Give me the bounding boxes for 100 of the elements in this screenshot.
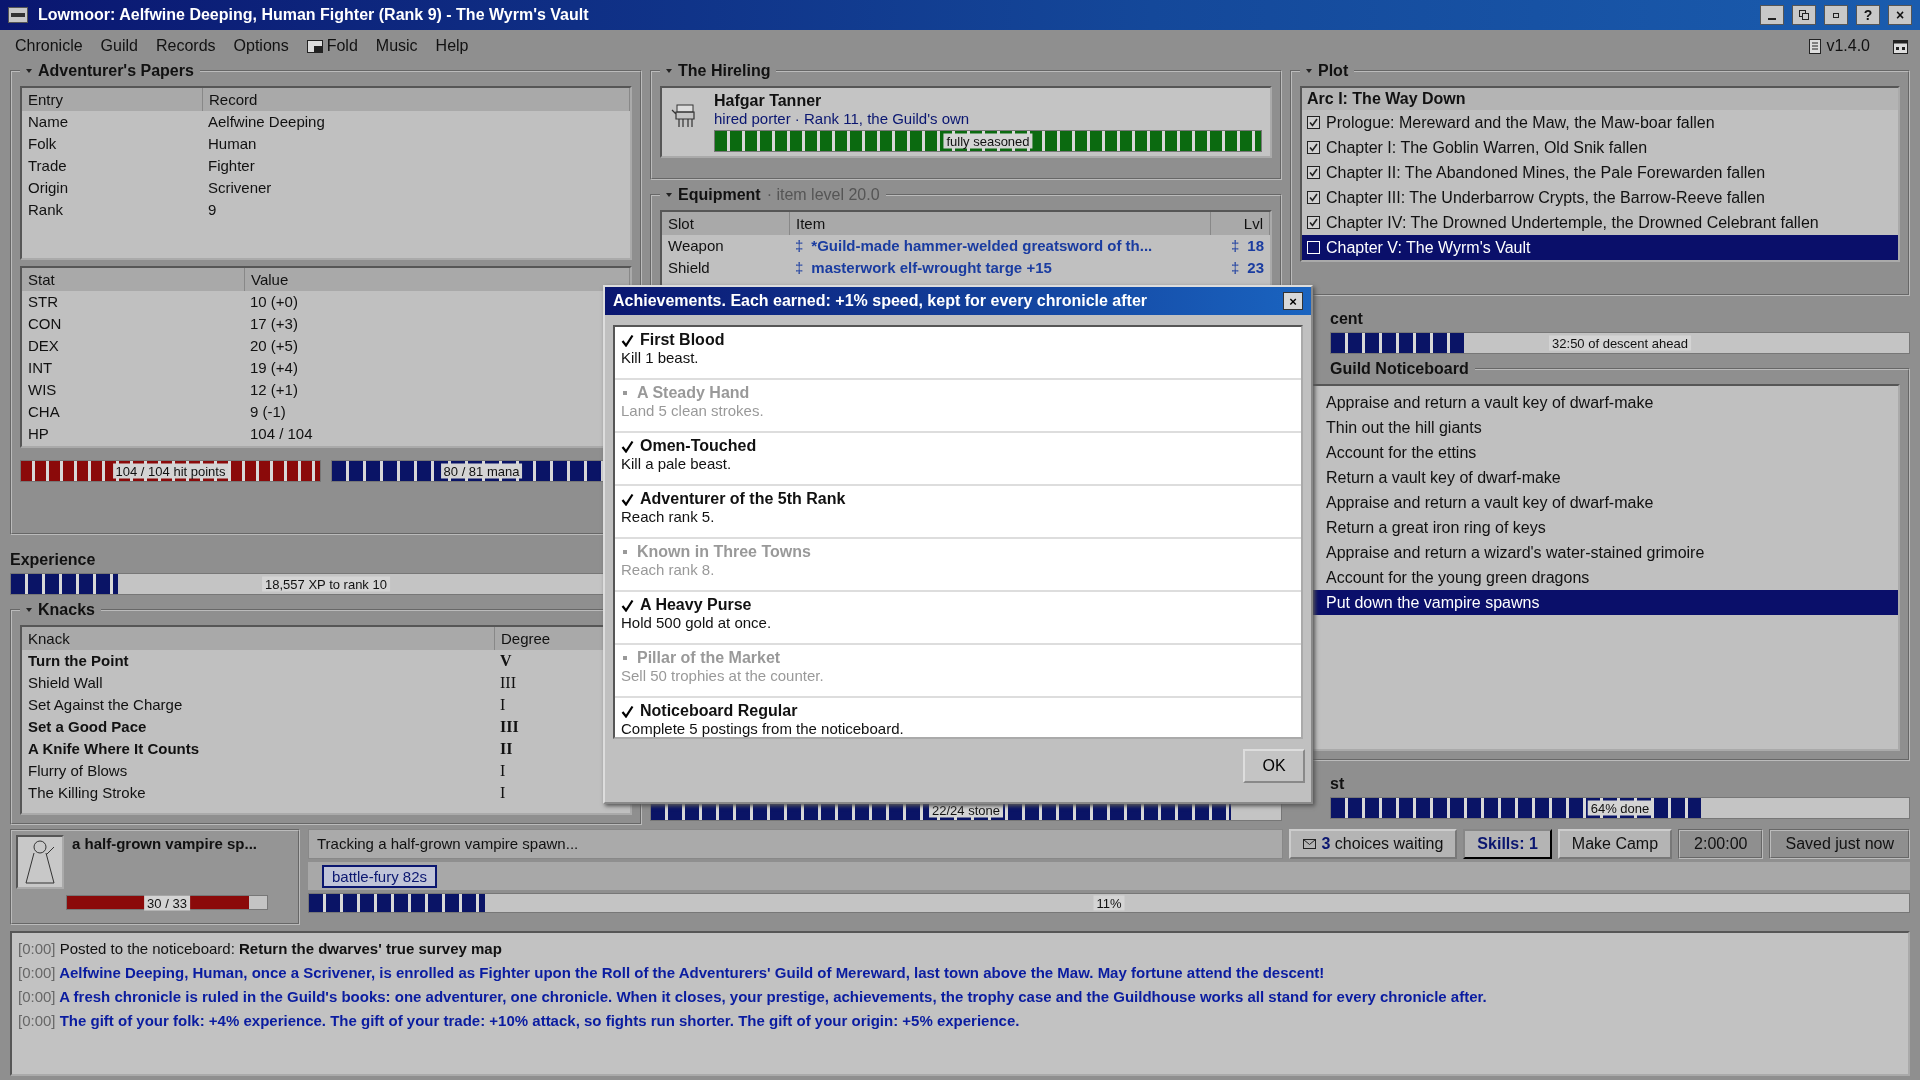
ghost-figure-icon — [16, 835, 64, 889]
table-cell-text: Name — [27, 112, 69, 132]
buff-tag: battle-fury 82s — [322, 864, 438, 888]
collapse-icon[interactable] — [666, 69, 672, 73]
collapse-icon[interactable] — [1306, 69, 1312, 73]
achievement-name: First Blood — [640, 331, 725, 349]
close-button[interactable]: × — [1283, 292, 1303, 310]
camp-button[interactable]: Make Camp — [1557, 829, 1673, 859]
section-title: Equipment — [678, 186, 761, 204]
chapter-item[interactable]: Chapter IV: The Drowned Undertemple, the Drowned Celebrant fallen — [1302, 210, 1898, 235]
table-cell-text: Weapon — [667, 236, 725, 256]
achievement-description: Kill a pale beast. — [621, 455, 733, 472]
checkbox[interactable] — [1307, 116, 1320, 129]
column-header[interactable]: Lvl — [1211, 212, 1270, 235]
restore-button[interactable] — [1792, 5, 1816, 25]
column-header[interactable]: Stat — [22, 268, 245, 291]
achievement-name: Known in Three Towns — [637, 543, 811, 561]
menu-item[interactable]: Fold — [297, 35, 367, 57]
section-title: Experience — [10, 551, 97, 569]
column-header[interactable]: Item — [790, 212, 1211, 235]
item-level: 18 — [1247, 236, 1264, 256]
section-title: st — [1330, 775, 1346, 793]
collapse-icon[interactable] — [26, 69, 32, 73]
table-cell-text: I — [499, 761, 507, 781]
app-icon — [8, 7, 28, 23]
item-name: masterwork elf-wrought targe +15 — [811, 258, 1052, 278]
table-cell-text: Origin — [27, 178, 69, 198]
achievement-description: Complete 5 postings from the noticeboard. — [621, 720, 905, 737]
menu-item[interactable]: Guild — [91, 35, 147, 57]
enchant-mark: ‡ — [1230, 236, 1240, 256]
table-cell-text: Rank — [27, 200, 65, 220]
column-header[interactable]: Entry — [22, 88, 203, 111]
chapter-item[interactable]: Chapter III: The Underbarrow Crypts, the Barrow-Reeve fallen — [1302, 185, 1898, 210]
table-cell-text: Trade — [27, 156, 68, 176]
menu-item[interactable]: Help — [426, 35, 478, 57]
log-entry: [0:00] Posted to the noticeboard: Return the dwarves' true survey map — [18, 939, 503, 959]
bar-label: 32:50 of descent ahead — [1549, 335, 1691, 351]
minimize-button[interactable] — [1760, 5, 1784, 25]
achievement-description: Kill 1 beast. — [621, 349, 700, 366]
log-entry: [0:00] A fresh chronicle is ruled in the Guild's books: one adventurer, one chronicle. When it closes, your prestige, achievements, the trophy case and the Guildhouse works all stand for every chronicle after. — [18, 987, 1488, 1007]
table-cell-text: Scrivener — [207, 178, 273, 198]
window-title: Lowmoor: Aelfwine Deeping, Human Fighter (Rank 9) - The Wyrm's Vault — [38, 6, 589, 24]
chapter-item[interactable]: Chapter II: The Abandoned Mines, the Pale Forewarden fallen — [1302, 160, 1898, 185]
section-title: Guild Noticeboard — [1330, 360, 1469, 378]
table-cell-text: WIS — [27, 380, 58, 400]
achievement-name: Adventurer of the 5th Rank — [640, 490, 846, 508]
section-title: Plot — [1318, 62, 1349, 80]
bar-label: 30 / 33 — [144, 895, 190, 910]
menu-item[interactable]: Records — [146, 35, 225, 57]
table-cell-text: Aelfwine Deeping — [207, 112, 326, 132]
document-icon — [1809, 38, 1822, 54]
table-cell-text: HP — [27, 424, 50, 444]
menu-item[interactable]: Options — [224, 35, 298, 57]
item-name: *Guild-made hammer-welded greatsword of th... — [811, 236, 1153, 256]
column-header[interactable]: Record — [203, 88, 630, 111]
skills-button[interactable]: Skills: 1 — [1463, 829, 1552, 859]
item-level: 23 — [1247, 258, 1264, 278]
section-title: The Hireling — [678, 62, 771, 80]
choices-button[interactable]: 3 choices waiting — [1288, 829, 1458, 859]
menu-item[interactable]: Music — [366, 35, 427, 57]
chapter-item[interactable]: Chapter I: The Goblin Warren, Old Snik fallen — [1302, 135, 1898, 160]
bar-label: 64% done — [1587, 800, 1653, 816]
collapse-icon[interactable] — [26, 608, 32, 612]
table-cell-text: Turn the Point — [27, 651, 130, 671]
table-cell-text: Folk — [27, 134, 58, 154]
window-button[interactable]: × — [1888, 5, 1912, 25]
table-cell-text: INT — [27, 358, 54, 378]
achievement-description: Land 5 clean strokes. — [621, 402, 765, 419]
table-cell-text: CON — [27, 314, 63, 334]
column-header[interactable]: Slot — [662, 212, 790, 235]
table-cell-text: Human — [207, 134, 258, 154]
table-cell-text: I — [499, 695, 507, 715]
table-cell-text: A Knife Where It Counts — [27, 739, 201, 759]
chapter-item[interactable]: Chapter V: The Wyrm's Vault — [1302, 235, 1898, 260]
achievement-description: Reach rank 8. — [621, 561, 716, 578]
hireling-name: Hafgar Tanner — [714, 92, 823, 110]
bar-label: 80 / 81 mana — [440, 463, 523, 479]
maximize-button[interactable] — [1824, 5, 1848, 25]
checkbox[interactable] — [1307, 216, 1320, 229]
ok-button[interactable]: OK — [1243, 749, 1305, 783]
window-button[interactable]: ? — [1856, 5, 1880, 25]
item-level-note: · item level 20.0 — [766, 186, 880, 204]
achievement-name: Pillar of the Market — [637, 649, 781, 667]
achievement-description: Sell 50 trophies at the counter. — [621, 667, 825, 684]
table-cell-text: 20 (+5) — [249, 336, 299, 356]
chapter-item[interactable]: Prologue: Mereward and the Maw, the Maw-boar fallen — [1302, 110, 1898, 135]
restore-icon — [1798, 9, 1810, 21]
checkbox[interactable] — [1307, 166, 1320, 179]
table-cell-text: 104 / 104 — [249, 424, 314, 444]
checkbox[interactable] — [1307, 191, 1320, 204]
table-cell-text: 17 (+3) — [249, 314, 299, 334]
status-readout: 2:00:00 — [1678, 829, 1764, 859]
checkbox[interactable] — [1307, 141, 1320, 154]
table-cell-text: Flurry of Blows — [27, 761, 129, 781]
calendar-icon[interactable] — [1893, 38, 1908, 54]
table-cell-text: 9 — [207, 200, 218, 220]
menu-item[interactable]: Chronicle — [6, 35, 92, 57]
bar-label: 11% — [1093, 895, 1125, 911]
collapse-icon[interactable] — [666, 193, 672, 197]
column-header[interactable]: Knack — [22, 627, 495, 650]
